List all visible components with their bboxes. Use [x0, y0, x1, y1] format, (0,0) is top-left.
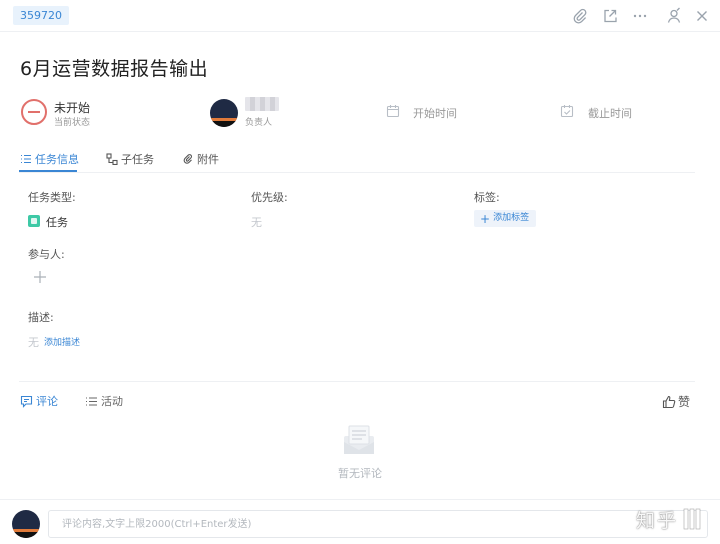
thumbs-up-icon: [662, 395, 676, 409]
task-id-badge[interactable]: 359720: [13, 6, 69, 25]
paperclip-icon[interactable]: [570, 6, 590, 26]
owner-label: 负责人: [245, 118, 273, 128]
zhihu-watermark: 知乎: [636, 510, 679, 532]
description-label: 描述:: [28, 311, 54, 324]
tab-label: 评论: [36, 395, 58, 408]
list-icon: [20, 153, 32, 165]
comment-icon: [20, 395, 33, 408]
tags-label: 标签:: [474, 191, 500, 204]
priority-value[interactable]: 无: [251, 214, 262, 230]
deadline-field[interactable]: 截止时间: [588, 105, 632, 121]
task-type-value[interactable]: 任务: [46, 214, 68, 230]
input-divider: [0, 499, 720, 500]
status-label: 当前状态: [54, 118, 91, 128]
tab-label: 子任务: [121, 153, 154, 166]
tabs-divider: [19, 172, 695, 173]
status-not-started-icon[interactable]: [21, 99, 47, 125]
plus-icon: +: [480, 211, 491, 226]
like-label: 赞: [677, 395, 690, 409]
empty-comments-text: 暂无评论: [338, 467, 382, 480]
calendar-check-icon[interactable]: [560, 104, 574, 118]
open-external-icon[interactable]: [600, 6, 620, 26]
tab-activity[interactable]: 活动: [85, 393, 123, 409]
task-title[interactable]: 6月运营数据报告输出: [20, 54, 208, 81]
top-bar: 359720: [0, 0, 720, 32]
tab-task-info[interactable]: 任务信息: [20, 151, 79, 167]
like-button[interactable]: 赞: [662, 393, 690, 410]
tab-attachments[interactable]: 附件: [182, 151, 219, 167]
status-value[interactable]: 未开始: [54, 99, 90, 116]
user-pin-icon[interactable]: [664, 6, 684, 26]
tab-comments[interactable]: 评论: [20, 393, 58, 409]
start-time-field[interactable]: 开始时间: [413, 105, 457, 121]
calendar-icon[interactable]: [386, 104, 400, 118]
add-description-link[interactable]: 添加描述: [44, 335, 80, 348]
paperclip-icon: [182, 153, 194, 165]
more-icon[interactable]: [630, 6, 650, 26]
participants-label: 参与人:: [28, 248, 65, 261]
current-user-avatar: [12, 510, 40, 538]
tab-label: 任务信息: [35, 153, 79, 166]
empty-inbox-icon: [339, 420, 379, 460]
subtask-icon: [106, 153, 118, 165]
tab-label: 活动: [101, 395, 123, 408]
add-tag-button[interactable]: + 添加标签: [474, 210, 537, 227]
watermark-bars-icon: [683, 508, 701, 530]
task-type-icon: [28, 215, 40, 227]
section-divider: [19, 381, 695, 382]
task-type-label: 任务类型:: [28, 191, 76, 204]
priority-label: 优先级:: [251, 191, 288, 204]
owner-avatar[interactable]: [210, 99, 238, 127]
close-icon[interactable]: [692, 6, 712, 26]
owner-name-blurred[interactable]: [245, 97, 279, 111]
description-value: 无: [28, 336, 39, 349]
tab-label: 附件: [197, 153, 219, 166]
add-tag-label: 添加标签: [493, 213, 530, 223]
tab-subtasks[interactable]: 子任务: [106, 151, 154, 167]
comment-input[interactable]: [48, 510, 708, 538]
add-participant-plus-icon[interactable]: [30, 267, 50, 287]
activity-list-icon: [85, 395, 98, 408]
